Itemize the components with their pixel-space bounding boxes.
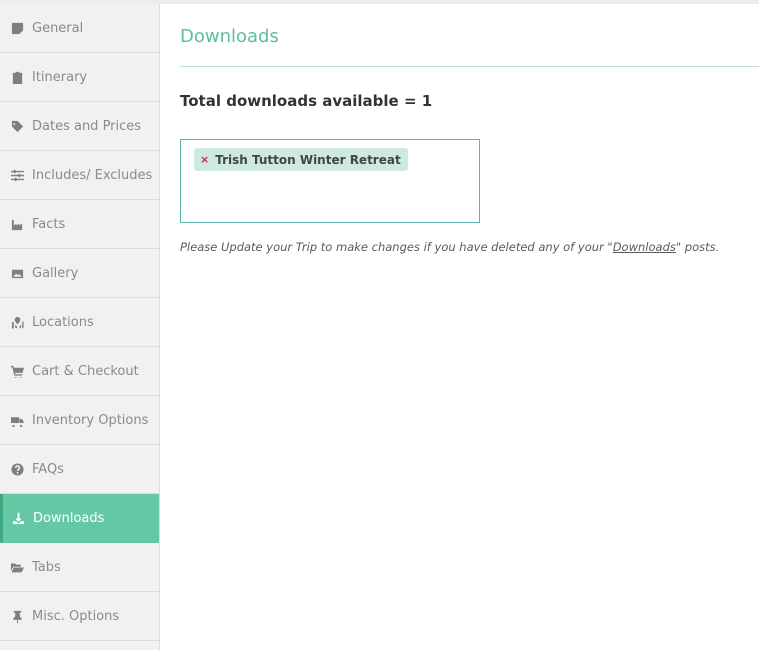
sidebar-nav: General Itinerary Dates and Prices Inclu… bbox=[0, 4, 159, 650]
sidebar-item-inventory-options[interactable]: Inventory Options bbox=[0, 396, 159, 445]
sidebar-item-label: Facts bbox=[32, 216, 66, 232]
sliders-icon bbox=[10, 168, 24, 182]
download-icon bbox=[11, 511, 25, 525]
map-marked-icon bbox=[10, 315, 24, 329]
sidebar-item-misc-options[interactable]: Misc. Options bbox=[0, 592, 159, 641]
sidebar-item-label: Dates and Prices bbox=[32, 118, 142, 134]
sidebar-item-gallery[interactable]: Gallery bbox=[0, 249, 159, 298]
tag-label: Trish Tutton Winter Retreat bbox=[215, 152, 401, 167]
title-divider bbox=[180, 66, 759, 67]
sidebar-item-faqs[interactable]: FAQs bbox=[0, 445, 159, 494]
sidebar-item-facts[interactable]: Facts bbox=[0, 200, 159, 249]
sidebar-item-label: Cart & Checkout bbox=[32, 363, 139, 379]
sidebar-item-dates-and-prices[interactable]: Dates and Prices bbox=[0, 102, 159, 151]
sidebar-item-label: Misc. Options bbox=[32, 608, 120, 624]
sidebar-item-label: Gallery bbox=[32, 265, 79, 281]
sidebar-item-label: Downloads bbox=[33, 510, 105, 526]
sidebar-item-label: Includes/ Excludes bbox=[32, 167, 153, 183]
sidebar-item-downloads[interactable]: Downloads bbox=[0, 494, 159, 543]
sidebar-item-label: Inventory Options bbox=[32, 412, 149, 428]
sidebar-item-locations[interactable]: Locations bbox=[0, 298, 159, 347]
cart-icon bbox=[10, 364, 24, 378]
sidebar-item-label: Itinerary bbox=[32, 69, 88, 85]
folder-open-icon bbox=[10, 560, 24, 574]
downloads-multiselect[interactable]: × Trish Tutton Winter Retreat bbox=[180, 139, 480, 223]
sidebar-item-includes-excludes[interactable]: Includes/ Excludes bbox=[0, 151, 159, 200]
sidebar-item-cart-checkout[interactable]: Cart & Checkout bbox=[0, 347, 159, 396]
sidebar-item-label: Locations bbox=[32, 314, 94, 330]
sidebar-item-general[interactable]: General bbox=[0, 4, 159, 53]
thumbtack-icon bbox=[10, 609, 24, 623]
sidebar-item-tabs[interactable]: Tabs bbox=[0, 543, 159, 592]
downloads-link[interactable]: Downloads bbox=[613, 240, 676, 254]
update-note: Please Update your Trip to make changes … bbox=[180, 240, 719, 254]
remove-tag-icon[interactable]: × bbox=[200, 153, 209, 166]
industry-icon bbox=[10, 217, 24, 231]
images-icon bbox=[10, 266, 24, 280]
sidebar-item-itinerary[interactable]: Itinerary bbox=[0, 53, 159, 102]
sidebar-item-label: Tabs bbox=[32, 559, 61, 575]
sidebar-item-label: General bbox=[32, 20, 84, 36]
sticky-note-icon bbox=[10, 21, 24, 35]
truck-icon bbox=[10, 413, 24, 427]
page-title: Downloads bbox=[180, 26, 279, 47]
total-downloads-label: Total downloads available = 1 bbox=[180, 92, 433, 110]
note-prefix: Please Update your Trip to make changes … bbox=[180, 240, 613, 254]
selected-download-tag: × Trish Tutton Winter Retreat bbox=[194, 148, 408, 171]
sidebar-item-label: FAQs bbox=[32, 461, 64, 477]
question-circle-icon bbox=[10, 462, 24, 476]
tag-icon bbox=[10, 119, 24, 133]
main-panel: Downloads Total downloads available = 1 … bbox=[160, 4, 759, 650]
clipboard-icon bbox=[10, 70, 24, 84]
note-suffix: " posts. bbox=[675, 240, 720, 254]
